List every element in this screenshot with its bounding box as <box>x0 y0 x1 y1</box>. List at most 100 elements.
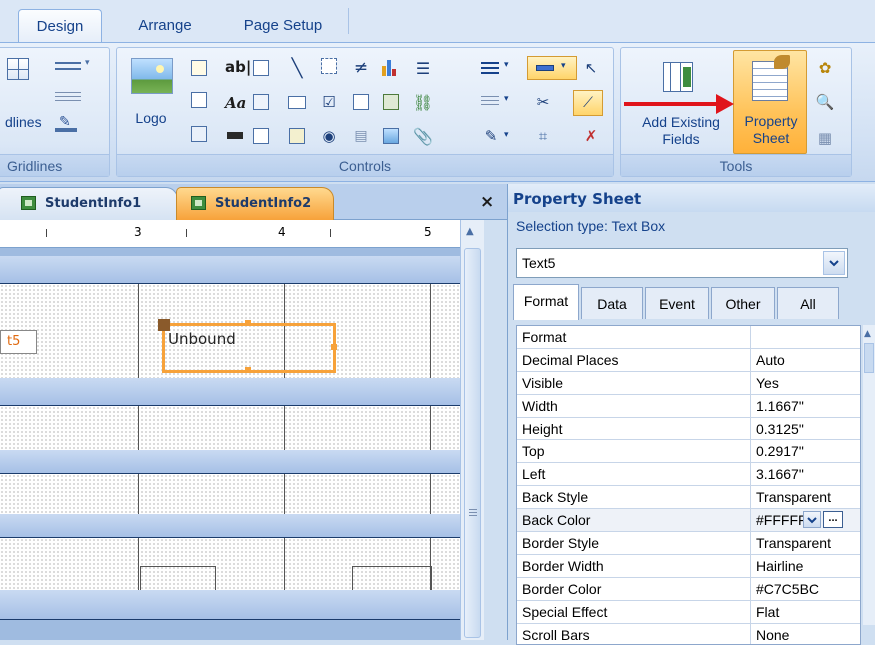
property-row[interactable]: Height 0.3125" <box>517 417 860 441</box>
property-value[interactable]: 1.1667" <box>751 395 860 417</box>
add-existing-fields-icon[interactable] <box>663 62 693 92</box>
property-value-cell[interactable]: #FFFFF ... <box>751 509 860 531</box>
gridlines-icon[interactable] <box>7 58 29 80</box>
page-break-icon[interactable]: ≠ <box>351 58 371 78</box>
label-control[interactable]: t5 <box>0 330 37 354</box>
tab-data[interactable]: Data <box>581 287 643 319</box>
attachment-icon[interactable]: 📎 <box>413 126 433 146</box>
property-row[interactable]: Special Effect Flat <box>517 600 860 624</box>
doc-tab-studentinfo1[interactable]: StudentInfo1 <box>0 187 178 220</box>
use-control-wizards-button[interactable]: ⟋ <box>573 90 603 116</box>
property-value[interactable]: #FFFFF <box>756 512 807 528</box>
rectangle-tool-button[interactable]: ▾ <box>527 56 577 80</box>
line-width-icon[interactable] <box>55 92 81 93</box>
resize-handle[interactable] <box>245 320 251 326</box>
tab-page-setup[interactable]: Page Setup <box>228 9 338 42</box>
text-box-control-icon[interactable]: ab| <box>225 58 251 76</box>
property-row[interactable]: Border Color #C7C5BC <box>517 577 860 601</box>
property-value[interactable] <box>751 326 860 348</box>
tab-all[interactable]: All <box>777 287 839 319</box>
property-value[interactable]: Auto <box>751 349 860 371</box>
logo-button-label[interactable]: Logo <box>125 110 177 127</box>
list-box-icon[interactable] <box>251 58 271 78</box>
builder-ellipsis-button[interactable]: ... <box>823 511 843 529</box>
scroll-up-icon[interactable]: ▲ <box>864 329 871 339</box>
property-value[interactable]: 0.2917" <box>751 440 860 462</box>
chevron-down-icon[interactable] <box>803 511 821 529</box>
property-sheet-button[interactable]: Property Sheet <box>733 50 807 154</box>
chart-icon[interactable] <box>379 56 399 76</box>
property-row[interactable]: Border Width Hairline <box>517 554 860 578</box>
option-group-icon[interactable] <box>319 56 339 76</box>
property-value[interactable]: Flat <box>751 601 860 623</box>
label-control-icon[interactable]: Aa <box>225 94 246 112</box>
scroll-thumb[interactable] <box>464 248 481 638</box>
check-box-icon[interactable]: ☑ <box>319 92 339 112</box>
scroll-up-icon[interactable]: ▲ <box>466 226 474 237</box>
bound-object-frame-icon[interactable] <box>287 126 307 146</box>
property-row-selected[interactable]: Back Color #FFFFF ... <box>517 509 860 533</box>
property-row[interactable]: Width 1.1667" <box>517 394 860 418</box>
line-color-icon[interactable]: ✎ <box>481 126 501 146</box>
property-row[interactable]: Back Style Transparent <box>517 486 860 510</box>
resize-handle[interactable] <box>331 344 337 350</box>
property-value[interactable]: Transparent <box>751 532 860 554</box>
button-control-icon[interactable] <box>227 132 243 139</box>
section-bar[interactable] <box>0 378 484 406</box>
control-wizards-icon[interactable]: ✂ <box>533 92 553 112</box>
section-bar[interactable] <box>0 514 484 538</box>
subform-icon[interactable] <box>381 92 401 112</box>
property-row[interactable]: Format <box>517 326 860 349</box>
property-row[interactable]: Scroll Bars None <box>517 623 860 644</box>
chevron-down-icon[interactable] <box>823 251 845 275</box>
property-row[interactable]: Border Style Transparent <box>517 532 860 555</box>
set-control-defaults-icon[interactable]: ✗ <box>581 126 601 146</box>
property-row[interactable]: Left 3.1667" <box>517 463 860 487</box>
form-design-surface[interactable]: 3 4 5 t5 Unbound ▲ <box>0 220 484 640</box>
property-value[interactable]: #C7C5BC <box>751 578 860 600</box>
doc-tab-studentinfo2[interactable]: StudentInfo2 <box>176 187 334 220</box>
section-bar[interactable] <box>0 450 484 474</box>
select-pointer-icon[interactable]: ↖ <box>581 58 601 78</box>
logo-icon[interactable] <box>131 58 173 94</box>
property-value[interactable]: 3.1667" <box>751 463 860 485</box>
property-row[interactable]: Visible Yes <box>517 371 860 395</box>
add-existing-fields-label[interactable]: Add Existing Fields <box>625 114 737 148</box>
section-grid[interactable] <box>0 406 484 450</box>
convert-macros-icon[interactable]: ▦ <box>815 128 835 148</box>
close-icon[interactable]: × <box>480 192 494 212</box>
option-button-icon[interactable]: ◉ <box>319 126 339 146</box>
property-value[interactable]: Hairline <box>751 555 860 577</box>
hyperlink-icon[interactable]: ⛓ <box>413 92 433 112</box>
detail-section-grid[interactable]: t5 Unbound <box>0 284 484 378</box>
date-time-icon[interactable] <box>189 124 209 144</box>
property-value[interactable]: Yes <box>751 372 860 394</box>
view-code-icon[interactable]: 🔍 <box>815 92 835 112</box>
unbound-object-icon[interactable] <box>351 92 371 112</box>
section-bar[interactable] <box>0 590 484 620</box>
resize-handle[interactable] <box>245 367 251 373</box>
scroll-thumb[interactable] <box>864 343 874 373</box>
combo-box-icon[interactable] <box>251 92 271 112</box>
line-thickness-icon[interactable] <box>481 62 499 64</box>
toggle-button-icon[interactable] <box>251 126 271 146</box>
property-value[interactable]: None <box>751 624 860 644</box>
section-bar[interactable] <box>0 256 484 284</box>
code-icon[interactable]: ✿ <box>815 58 835 78</box>
property-grid-scrollbar[interactable]: ▲ <box>863 325 875 625</box>
image-icon[interactable] <box>381 126 401 146</box>
object-selector-combo[interactable]: Text5 <box>516 248 848 278</box>
design-vertical-scrollbar[interactable]: ▲ <box>460 220 484 640</box>
gridlines-button-label[interactable]: dlines <box>5 114 42 130</box>
line-type-icon[interactable] <box>481 96 499 97</box>
page-number-icon[interactable] <box>189 90 209 110</box>
title-icon[interactable] <box>189 58 209 78</box>
tab-design[interactable]: Design <box>18 9 102 42</box>
property-row[interactable]: Decimal Places Auto <box>517 348 860 372</box>
tab-arrange[interactable]: Arrange <box>124 9 206 42</box>
property-row[interactable]: Top 0.2917" <box>517 440 860 464</box>
rectangle-icon[interactable] <box>287 92 307 112</box>
line-icon[interactable]: ╲ <box>287 58 307 79</box>
insert-activex-icon[interactable]: ⌗ <box>533 126 553 146</box>
property-value[interactable]: 0.3125" <box>751 418 860 440</box>
